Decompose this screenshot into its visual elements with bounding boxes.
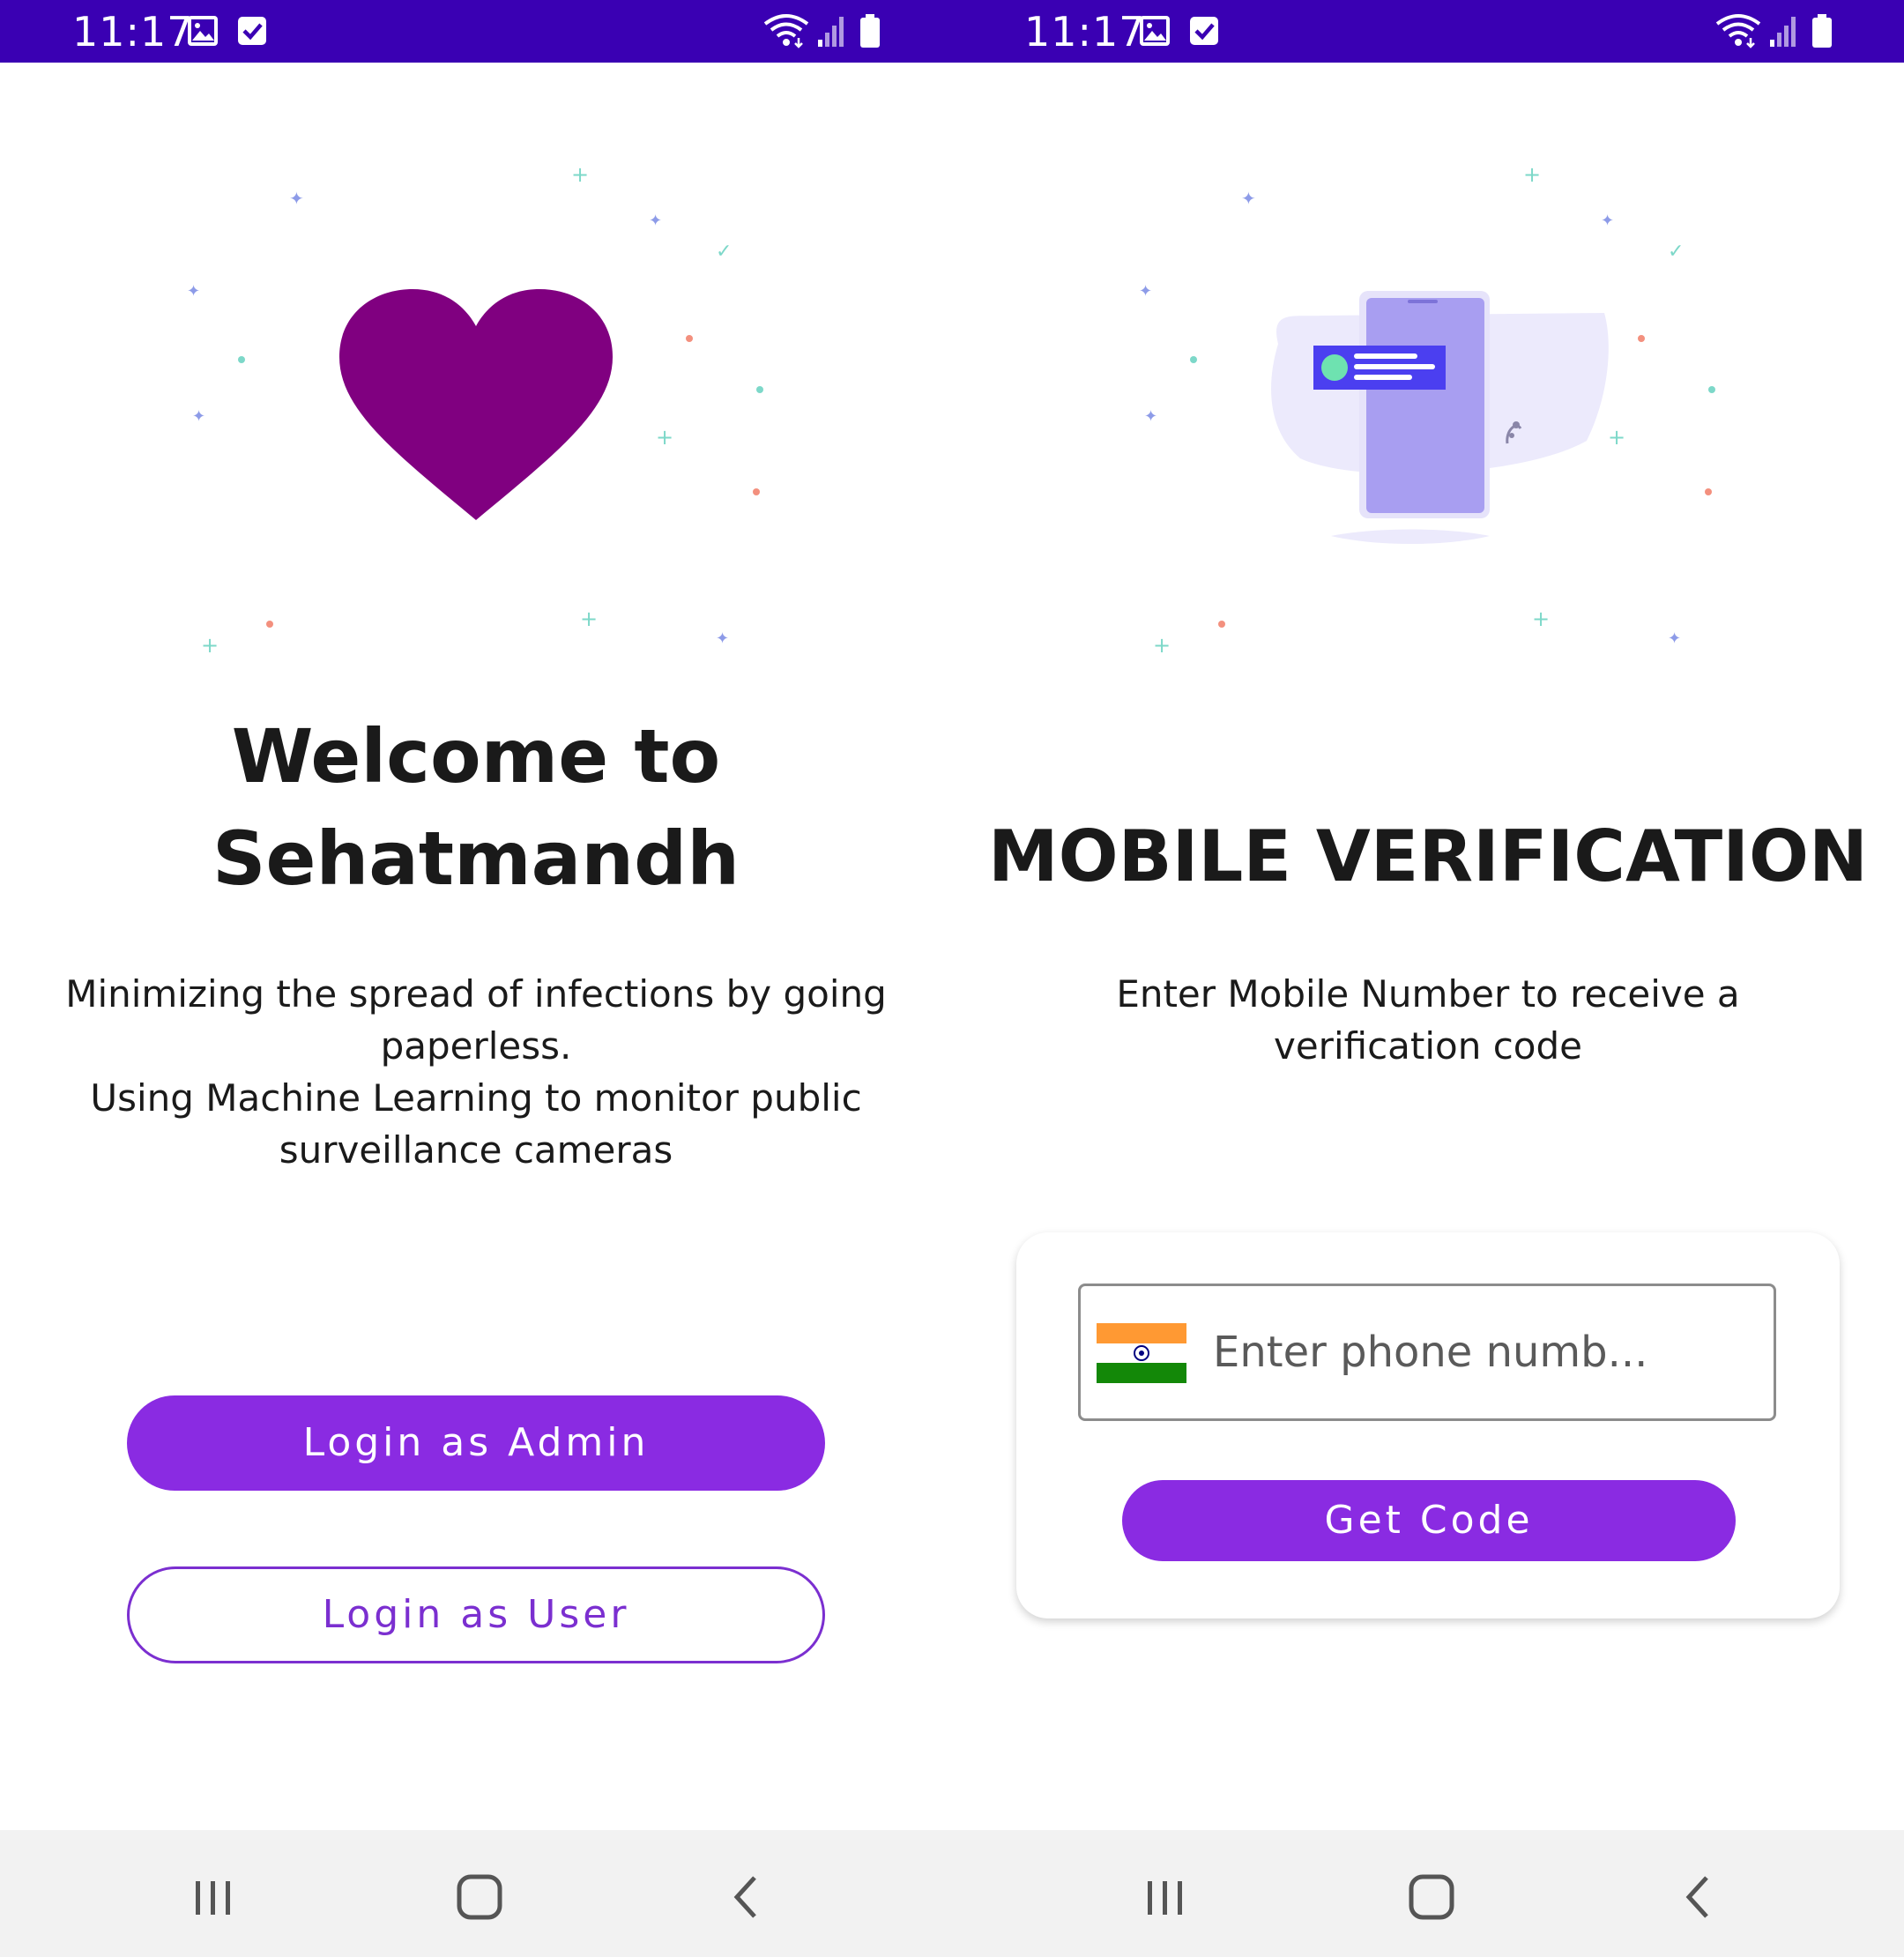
svg-text:+: + xyxy=(201,633,219,658)
back-icon[interactable] xyxy=(1662,1862,1733,1932)
navigation-bar xyxy=(0,1830,952,1957)
description-line1: Minimizing the spread of infections by g… xyxy=(65,972,887,1016)
svg-text:✦: ✦ xyxy=(192,407,205,426)
svg-text:✦: ✦ xyxy=(187,282,200,301)
battery-icon xyxy=(1811,13,1833,52)
description-line3: Using Machine Learning to monitor public xyxy=(90,1076,862,1120)
phone-number-input[interactable] xyxy=(1213,1304,1759,1401)
heart-icon xyxy=(339,289,613,520)
svg-text:✓: ✓ xyxy=(1668,241,1684,263)
svg-text:✦: ✦ xyxy=(1241,188,1256,209)
svg-text:+: + xyxy=(656,425,673,450)
home-icon[interactable] xyxy=(1396,1862,1467,1932)
signal-icon xyxy=(1768,13,1800,52)
back-icon[interactable] xyxy=(710,1862,781,1932)
svg-text:✦: ✦ xyxy=(1139,282,1152,301)
description-line2: paperless. xyxy=(380,1024,572,1068)
svg-text:✦: ✦ xyxy=(649,212,662,230)
phone-number-field[interactable] xyxy=(1078,1284,1776,1421)
svg-text:+: + xyxy=(571,162,589,187)
home-icon[interactable] xyxy=(444,1862,515,1932)
login-user-button[interactable]: Login as User xyxy=(127,1566,825,1663)
welcome-title: Welcome to Sehatmandh xyxy=(0,705,952,910)
battery-icon xyxy=(859,13,881,52)
gallery-icon xyxy=(185,13,220,52)
svg-text:✦: ✦ xyxy=(289,188,304,209)
status-bar: 11:17 xyxy=(952,0,1904,63)
verification-description: Enter Mobile Number to receive a verific… xyxy=(987,968,1869,1072)
checkbox-notification-icon xyxy=(1188,13,1220,52)
wifi-icon xyxy=(763,13,809,52)
gallery-icon xyxy=(1137,13,1172,52)
svg-text:+: + xyxy=(1608,425,1625,450)
status-time: 11:17 xyxy=(72,8,194,56)
heart-illustration: + ✦ ✦ ✓ ✦ ✦ + + ✦ + xyxy=(187,162,763,658)
svg-text:+: + xyxy=(1523,162,1541,187)
checkbox-notification-icon xyxy=(236,13,268,52)
svg-text:+: + xyxy=(580,606,598,631)
status-time: 11:17 xyxy=(1024,8,1146,56)
svg-text:✦: ✦ xyxy=(716,629,729,648)
svg-text:✓: ✓ xyxy=(716,241,732,263)
welcome-title-line2: Sehatmandh xyxy=(212,815,740,902)
svg-text:✦: ✦ xyxy=(1144,407,1157,426)
svg-text:✦: ✦ xyxy=(1601,212,1614,230)
status-bar: 11:17 xyxy=(0,0,952,63)
smartphone-icon xyxy=(1271,291,1609,544)
phone-verification-card: Get Code xyxy=(1016,1232,1840,1618)
signal-icon xyxy=(816,13,848,52)
welcome-screen: 11:17 + ✦ ✦ ✓ ✦ ✦ + + ✦ + Welcome to Seh… xyxy=(0,0,952,1957)
welcome-title-line1: Welcome to xyxy=(231,713,721,800)
svg-text:+: + xyxy=(1532,606,1550,631)
india-flag-icon[interactable] xyxy=(1097,1323,1186,1383)
verification-title: MOBILE VERIFICATION xyxy=(988,815,1868,897)
description-line4: surveillance cameras xyxy=(279,1128,673,1172)
verification-description-line2: verification code xyxy=(1273,1024,1582,1068)
login-admin-button[interactable]: Login as Admin xyxy=(127,1395,825,1491)
wifi-icon xyxy=(1715,13,1761,52)
get-code-button[interactable]: Get Code xyxy=(1122,1480,1736,1561)
svg-text:+: + xyxy=(1153,633,1171,658)
svg-text:✦: ✦ xyxy=(1668,629,1681,648)
verification-description-line1: Enter Mobile Number to receive a xyxy=(1116,972,1740,1016)
recent-apps-icon[interactable] xyxy=(1130,1862,1201,1932)
phone-message-illustration: + ✦ ✦ ✓ ✦ ✦ + + ✦ + xyxy=(1139,162,1715,658)
navigation-bar xyxy=(952,1830,1904,1957)
welcome-description: Minimizing the spread of infections by g… xyxy=(35,968,917,1176)
recent-apps-icon[interactable] xyxy=(178,1862,249,1932)
mobile-verification-screen: 11:17 + ✦ ✦ ✓ ✦ ✦ + + ✦ + MOBILE VERIFIC… xyxy=(952,0,1904,1957)
